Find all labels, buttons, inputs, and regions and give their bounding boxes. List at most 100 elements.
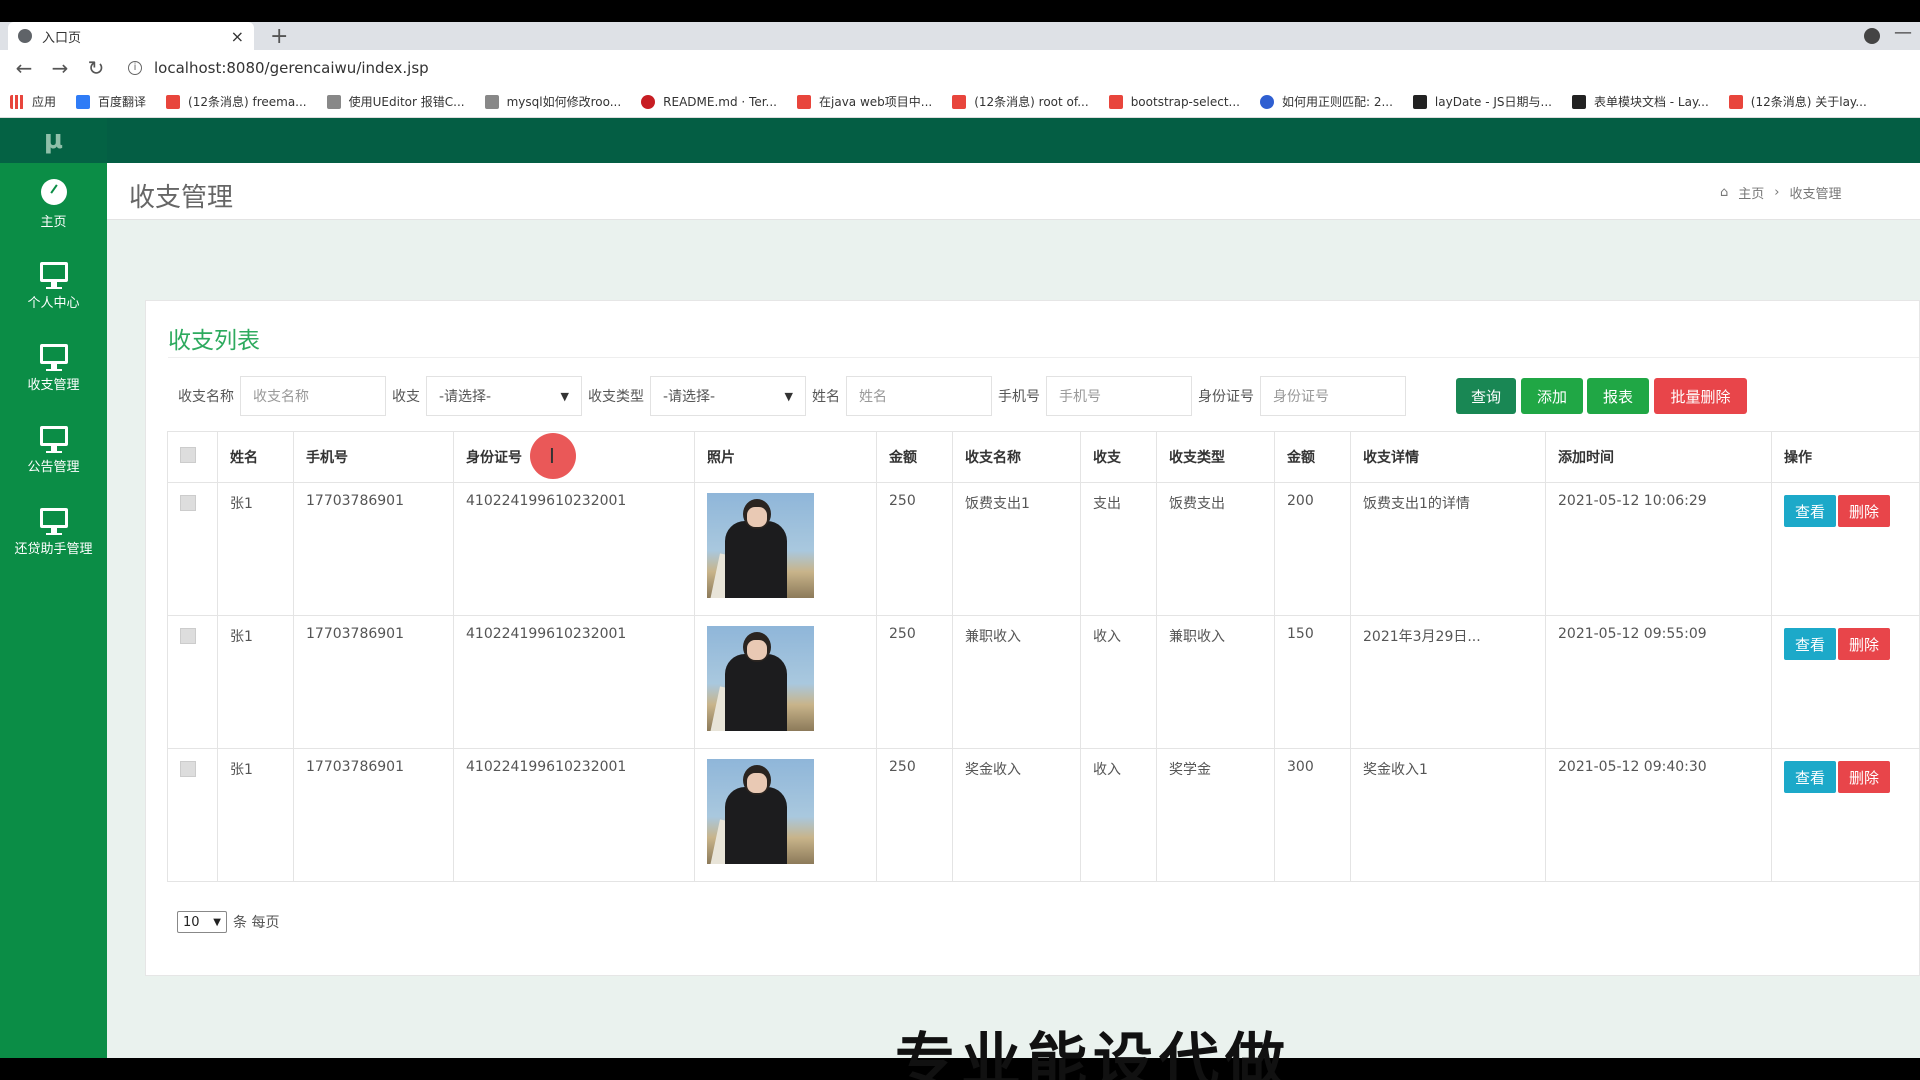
info-icon[interactable]: i [128, 61, 142, 75]
column-header: 收支名称 [952, 431, 1081, 483]
dashboard-icon [40, 178, 67, 205]
column-header: 收支详情 [1350, 431, 1546, 483]
panel-title: 收支列表 [168, 328, 260, 354]
bookmark-item[interactable]: mysql如何修改roo... [484, 93, 621, 110]
new-tab-button[interactable]: + [270, 24, 288, 49]
id-input[interactable]: 身份证号 [1260, 376, 1406, 416]
back-icon[interactable]: ← [10, 56, 38, 80]
category-select-value: -请选择- [663, 389, 716, 405]
list-panel: 收支列表 收支名称 收支名称 收支 -请选择- ▼ 收支类型 -请选择- ▼ 姓… [145, 300, 1920, 976]
sidebar-item-finance[interactable]: 收支管理 [0, 327, 107, 409]
breadcrumb-home[interactable]: 主页 [1738, 183, 1764, 202]
column-header: 金额 [1274, 431, 1351, 483]
cell-item-name: 兼职收入 [952, 615, 1081, 749]
row-checkbox[interactable] [180, 628, 196, 644]
bookmark-icon [326, 94, 341, 109]
type-select[interactable]: -请选择- ▼ [426, 376, 582, 416]
sidebar: μ 主页 个人中心 收支管理 公告管理 还贷助手管理 [0, 118, 107, 1058]
delete-button[interactable]: 删除 [1838, 495, 1890, 527]
bookmark-item[interactable]: 在java web项目中... [797, 93, 932, 110]
bookmark-item[interactable]: 百度翻译 [76, 93, 146, 110]
baidu-translate-icon [76, 94, 91, 109]
csdn-icon [1728, 94, 1743, 109]
photo-thumbnail[interactable] [707, 493, 814, 598]
chevron-down-icon: ▼ [784, 389, 793, 403]
tab-title: 入口页 [42, 30, 82, 46]
view-button[interactable]: 查看 [1784, 628, 1836, 660]
photo-thumbnail[interactable] [707, 626, 814, 731]
category-select[interactable]: -请选择- ▼ [650, 376, 806, 416]
view-button[interactable]: 查看 [1784, 761, 1836, 793]
phone-input[interactable]: 手机号 [1046, 376, 1192, 416]
profile-icon[interactable] [1864, 28, 1880, 44]
cell-id: 410224199610232001 [453, 748, 695, 882]
bookmarks-bar: 应用 百度翻译 (12条消息) freema... 使用UEditor 报错C.… [0, 86, 1920, 118]
person-input[interactable]: 姓名 [846, 376, 992, 416]
breadcrumb-current: 收支管理 [1789, 187, 1842, 202]
browser-tab[interactable]: 入口页 × [8, 22, 254, 50]
bookmark-item[interactable]: bootstrap-select... [1108, 94, 1240, 109]
cell-id: 410224199610232001 [453, 615, 695, 749]
cell-phone: 17703786901 [293, 615, 454, 749]
chevron-down-icon: ▼ [560, 389, 569, 403]
delete-button[interactable]: 删除 [1838, 761, 1890, 793]
bookmark-item[interactable]: (12条消息) freema... [166, 93, 307, 110]
table-row: 张1 17703786901 410224199610232001 250 奖金… [167, 748, 1920, 882]
search-form: 收支名称 收支名称 收支 -请选择- ▼ 收支类型 -请选择- ▼ 姓名 姓名 … [178, 375, 1412, 417]
add-button[interactable]: 添加 [1521, 378, 1583, 414]
bookmark-item[interactable]: 如何用正则匹配: 2... [1259, 93, 1393, 110]
close-icon[interactable]: × [231, 27, 244, 46]
data-table: 姓名 手机号 身份证号 照片 金额 收支名称 收支 收支类型 金额 收支详情 添… [167, 431, 1920, 882]
row-checkbox[interactable] [180, 761, 196, 777]
monitor-icon [39, 425, 68, 453]
bookmark-icon [1108, 94, 1123, 109]
cell-phone: 17703786901 [293, 482, 454, 616]
cell-phone: 17703786901 [293, 748, 454, 882]
sidebar-item-announcements[interactable]: 公告管理 [0, 409, 107, 491]
cell-amount: 150 [1274, 615, 1351, 749]
page-size-select[interactable]: 10 ▼ [177, 911, 227, 933]
sidebar-item-loan-helper[interactable]: 还贷助手管理 [0, 491, 107, 573]
layui-icon [1412, 94, 1427, 109]
cell-detail: 奖金收入1 [1350, 748, 1546, 882]
breadcrumb-separator: › [1774, 185, 1780, 200]
bookmark-item[interactable]: (12条消息) 关于lay... [1728, 93, 1867, 110]
column-header: 收支类型 [1156, 431, 1275, 483]
report-button[interactable]: 报表 [1587, 378, 1649, 414]
bookmark-item[interactable]: (12条消息) root of... [952, 93, 1089, 110]
sidebar-item-label: 公告管理 [27, 459, 80, 475]
sidebar-item-personal-center[interactable]: 个人中心 [0, 245, 107, 327]
cell-id: 410224199610232001 [453, 482, 695, 616]
cell-type: 收入 [1080, 748, 1157, 882]
select-all-checkbox[interactable] [180, 447, 196, 463]
bookmark-item[interactable]: 表单模块文档 - Lay... [1571, 93, 1709, 110]
address-bar[interactable]: i localhost:8080/gerencaiwu/index.jsp [128, 59, 429, 77]
forward-icon[interactable]: → [46, 56, 74, 80]
category-label: 收支类型 [588, 389, 644, 405]
bookmark-item[interactable]: 使用UEditor 报错C... [326, 93, 465, 110]
cell-time: 2021-05-12 09:40:30 [1545, 748, 1772, 882]
apps-grid-icon [10, 94, 24, 109]
row-checkbox[interactable] [180, 495, 196, 511]
globe-icon [18, 29, 32, 43]
bookmark-item[interactable]: README.md · Ter... [641, 94, 777, 109]
view-button[interactable]: 查看 [1784, 495, 1836, 527]
photo-thumbnail[interactable] [707, 759, 814, 864]
cell-amount: 300 [1274, 748, 1351, 882]
query-button[interactable]: 查询 [1456, 378, 1516, 414]
divider [168, 357, 1919, 358]
cell-actions: 查看 删除 [1771, 482, 1920, 616]
sidebar-item-label: 个人中心 [27, 295, 80, 311]
bookmark-item[interactable]: layDate - JS日期与... [1412, 93, 1552, 110]
bookmark-item[interactable]: 应用 [10, 93, 56, 110]
minimize-button[interactable]: — [1894, 22, 1912, 43]
batch-delete-button[interactable]: 批量删除 [1654, 378, 1747, 414]
cell-time: 2021-05-12 09:55:09 [1545, 615, 1772, 749]
cell-name: 张1 [217, 748, 294, 882]
sidebar-item-home[interactable]: 主页 [0, 163, 107, 245]
person-label: 姓名 [812, 389, 840, 405]
delete-button[interactable]: 删除 [1838, 628, 1890, 660]
cell-actions: 查看 删除 [1771, 748, 1920, 882]
name-input[interactable]: 收支名称 [240, 376, 386, 416]
reload-icon[interactable]: ↻ [82, 56, 110, 80]
